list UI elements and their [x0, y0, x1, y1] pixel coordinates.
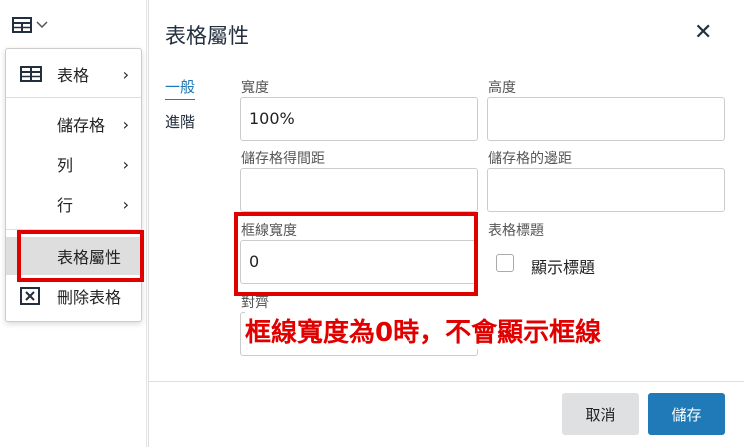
width-label: 寬度: [241, 80, 269, 96]
tab-advanced[interactable]: 進階: [165, 111, 195, 132]
chevron-right-icon: ›: [122, 154, 129, 174]
menu-item-row[interactable]: 列 ›: [6, 145, 141, 183]
cellpadding-label: 儲存格的邊距: [488, 151, 572, 167]
menu-item-table[interactable]: 表格 ›: [6, 55, 141, 93]
dialog-title: 表格屬性: [165, 24, 249, 48]
delete-table-icon: [20, 287, 40, 305]
cancel-button[interactable]: 取消: [562, 393, 639, 435]
highlight-border-width: [234, 212, 478, 296]
footer-separator: [149, 381, 744, 382]
menu-item-delete-table[interactable]: 刪除表格: [6, 277, 141, 315]
menu-item-label: 表格: [57, 66, 90, 85]
show-caption-checkbox[interactable]: [496, 254, 514, 272]
menu-separator: [6, 97, 141, 98]
chevron-right-icon: ›: [122, 194, 129, 214]
height-label: 高度: [488, 80, 516, 96]
menu-item-label: 列: [57, 156, 74, 175]
close-icon[interactable]: ✕: [694, 20, 712, 45]
table-grid-icon: [20, 66, 42, 82]
editor-edge: [146, 0, 147, 447]
caption-label: 表格標題: [488, 223, 544, 239]
cellspacing-input[interactable]: [240, 168, 478, 212]
cellpadding-input[interactable]: [487, 168, 725, 212]
annotation-text: 框線寬度為0時，不會顯示框線: [245, 312, 602, 349]
width-input[interactable]: 100%: [240, 97, 478, 141]
menu-item-cell[interactable]: 儲存格 ›: [6, 105, 141, 143]
save-button[interactable]: 儲存: [648, 393, 725, 435]
menu-item-column[interactable]: 行 ›: [6, 185, 141, 223]
chevron-right-icon: ›: [122, 64, 129, 84]
chevron-right-icon: ›: [122, 114, 129, 134]
tab-general[interactable]: 一般: [165, 76, 196, 100]
table-grid-icon: [12, 17, 32, 33]
menu-item-label: 刪除表格: [57, 288, 122, 307]
menu-item-label: 儲存格: [57, 116, 106, 135]
show-caption-label: 顯示標題: [531, 258, 596, 277]
table-toolbar-button[interactable]: [6, 8, 58, 42]
menu-item-label: 行: [57, 196, 74, 215]
chevron-down-icon: [36, 21, 48, 29]
height-input[interactable]: [487, 97, 725, 141]
highlight-table-properties: [17, 230, 144, 282]
cellspacing-label: 儲存格得間距: [241, 151, 325, 167]
